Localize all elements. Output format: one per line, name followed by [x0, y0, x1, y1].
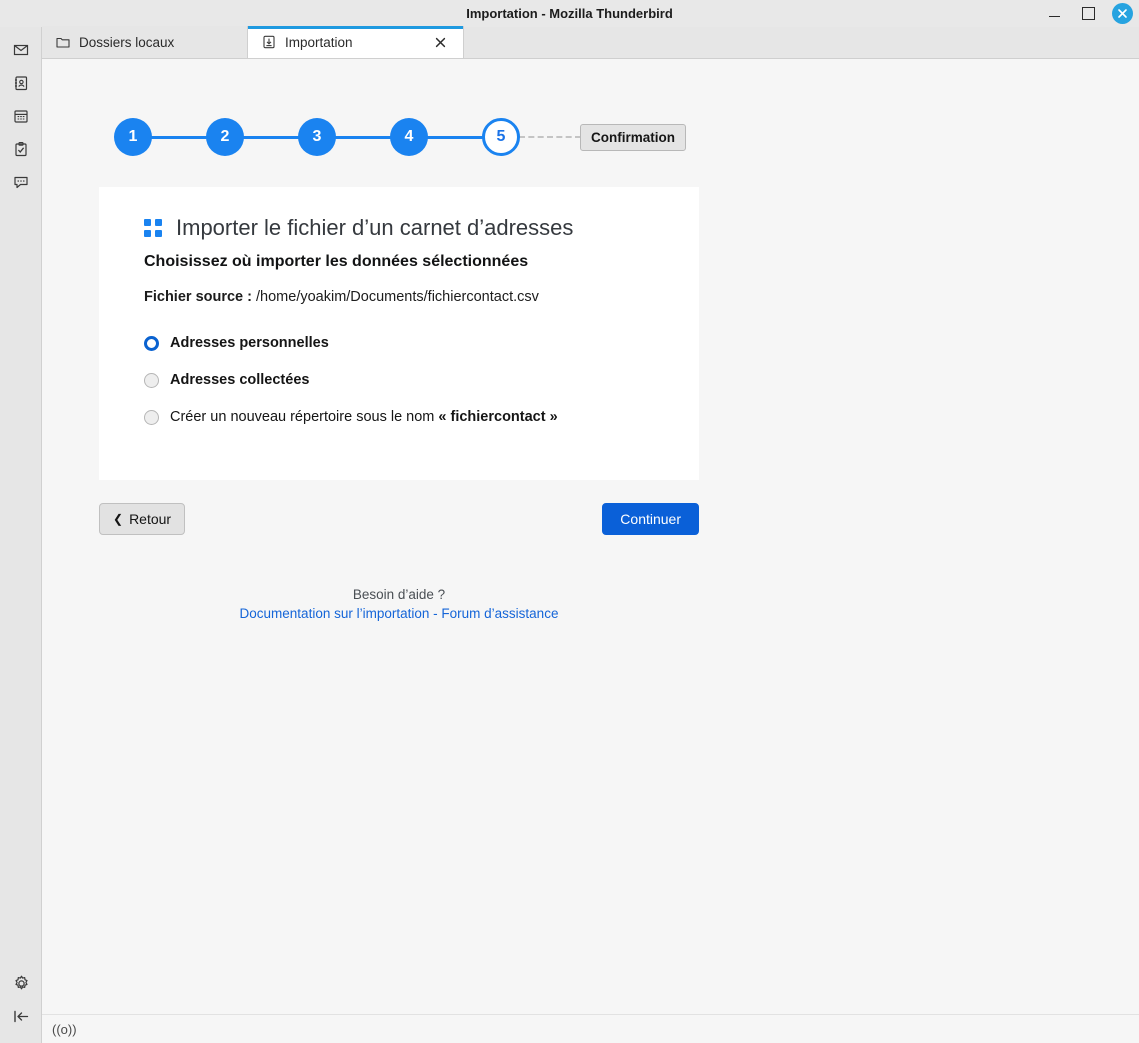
tab-bar: Dossiers locaux Importation: [42, 26, 1139, 59]
app-sidebar: [0, 27, 42, 1043]
radio-indicator[interactable]: [144, 372, 159, 388]
radio-indicator[interactable]: [144, 409, 159, 425]
step-connector: [243, 135, 299, 139]
sidebar-item-collapse[interactable]: [0, 1000, 42, 1033]
radio-label-text: Créer un nouveau répertoire sous le nom: [170, 409, 439, 425]
import-icon: [262, 35, 276, 49]
radio-label: Créer un nouveau répertoire sous le nom …: [170, 409, 558, 425]
sync-status-icon: ((o)): [52, 1021, 77, 1037]
settings-gear-icon: [14, 975, 28, 990]
tab-label: Dossiers locaux: [79, 34, 175, 50]
step-connector-dashed: [519, 136, 581, 138]
source-file-label: Fichier source :: [144, 289, 252, 305]
status-bar: ((o)): [42, 1014, 1139, 1043]
step-connector: [151, 135, 207, 139]
help-title: Besoin d’aide ?: [352, 587, 446, 602]
sidebar-bottom-group: [0, 967, 42, 1033]
wizard-card: Importer le fichier d’un carnet d’adress…: [99, 187, 699, 480]
close-icon: [1118, 9, 1127, 18]
address-book-icon: [15, 75, 28, 90]
radio-indicator[interactable]: [144, 335, 159, 351]
sidebar-item-calendar[interactable]: [0, 99, 42, 132]
help-link-separator: -: [433, 606, 438, 621]
radio-option-collected[interactable]: Adresses collectées: [144, 372, 699, 388]
card-subtitle: Choisissez où importer les données sélec…: [144, 253, 529, 270]
continue-button[interactable]: Continuer: [602, 503, 699, 535]
source-file-line: Fichier source : /home/yoakim/Documents/…: [144, 289, 699, 305]
step-2[interactable]: 2: [206, 118, 244, 156]
minimize-button[interactable]: [1044, 4, 1064, 24]
sidebar-top-group: [0, 27, 41, 198]
sidebar-item-address-book[interactable]: [0, 66, 42, 99]
tab-close-icon[interactable]: [431, 33, 449, 51]
step-connector: [335, 135, 391, 139]
folder-icon: [56, 35, 70, 49]
sidebar-item-chat[interactable]: [0, 165, 42, 198]
tab-label: Importation: [285, 34, 353, 50]
back-button[interactable]: ❮ Retour: [99, 503, 186, 535]
step-5-current[interactable]: 5: [482, 118, 520, 156]
tasks-clipboard-icon: [15, 141, 27, 156]
sidebar-item-tasks[interactable]: [0, 132, 42, 165]
source-file-value: /home/yoakim/Documents/fichiercontact.cs…: [256, 289, 539, 305]
page-title: Importer le fichier d’un carnet d’adress…: [176, 215, 574, 240]
documentation-link[interactable]: Documentation sur l’importation: [240, 606, 430, 621]
import-wizard-pane: 1 2 3 4 5 Confirmation Importer le fichi…: [42, 59, 1139, 1014]
sidebar-item-settings[interactable]: [0, 967, 42, 1000]
back-button-label: Retour: [129, 511, 172, 527]
continue-button-label: Continuer: [620, 511, 681, 527]
step-3[interactable]: 3: [298, 118, 336, 156]
thunderbird-window: Importation - Mozilla Thunderbird Dossie…: [0, 0, 1139, 1043]
wizard-actions: ❮ Retour Continuer: [99, 503, 699, 535]
help-links: Documentation sur l’importation - Forum …: [99, 606, 699, 621]
collapse-sidebar-icon: [13, 1010, 28, 1023]
support-forum-link[interactable]: Forum d’assistance: [441, 606, 558, 621]
wizard-stepper: 1 2 3 4 5 Confirmation: [114, 118, 686, 156]
step-1[interactable]: 1: [114, 118, 152, 156]
tab-importation[interactable]: Importation: [248, 26, 464, 58]
radio-label-emphasis: « fichiercontact »: [438, 409, 558, 425]
step-connector: [427, 135, 483, 139]
radio-option-personal[interactable]: Adresses personnelles: [144, 335, 699, 351]
card-header: Importer le fichier d’un carnet d’adress…: [144, 215, 699, 241]
close-button[interactable]: [1112, 3, 1133, 24]
window-title: Importation - Mozilla Thunderbird: [466, 5, 673, 21]
step-4[interactable]: 4: [390, 118, 428, 156]
mail-icon: [13, 44, 29, 55]
calendar-icon: [14, 109, 28, 123]
radio-option-new-directory[interactable]: Créer un nouveau répertoire sous le nom …: [144, 409, 699, 425]
chevron-left-icon: ❮: [113, 511, 124, 526]
help-section: Besoin d’aide ? Documentation sur l’impo…: [99, 587, 699, 621]
maximize-button[interactable]: [1078, 4, 1098, 24]
confirmation-badge: Confirmation: [580, 123, 686, 151]
radio-label: Adresses personnelles: [170, 335, 329, 351]
tab-dossiers-locaux[interactable]: Dossiers locaux: [42, 26, 248, 58]
title-bar: Importation - Mozilla Thunderbird: [0, 0, 1139, 27]
address-book-grid-icon: [144, 219, 162, 237]
chat-bubble-icon: [14, 176, 28, 188]
destination-radio-group: Adresses personnelles Adresses collectée…: [144, 335, 699, 425]
radio-label: Adresses collectées: [170, 372, 310, 388]
window-controls: [1044, 0, 1133, 27]
sidebar-item-mail[interactable]: [0, 33, 42, 66]
